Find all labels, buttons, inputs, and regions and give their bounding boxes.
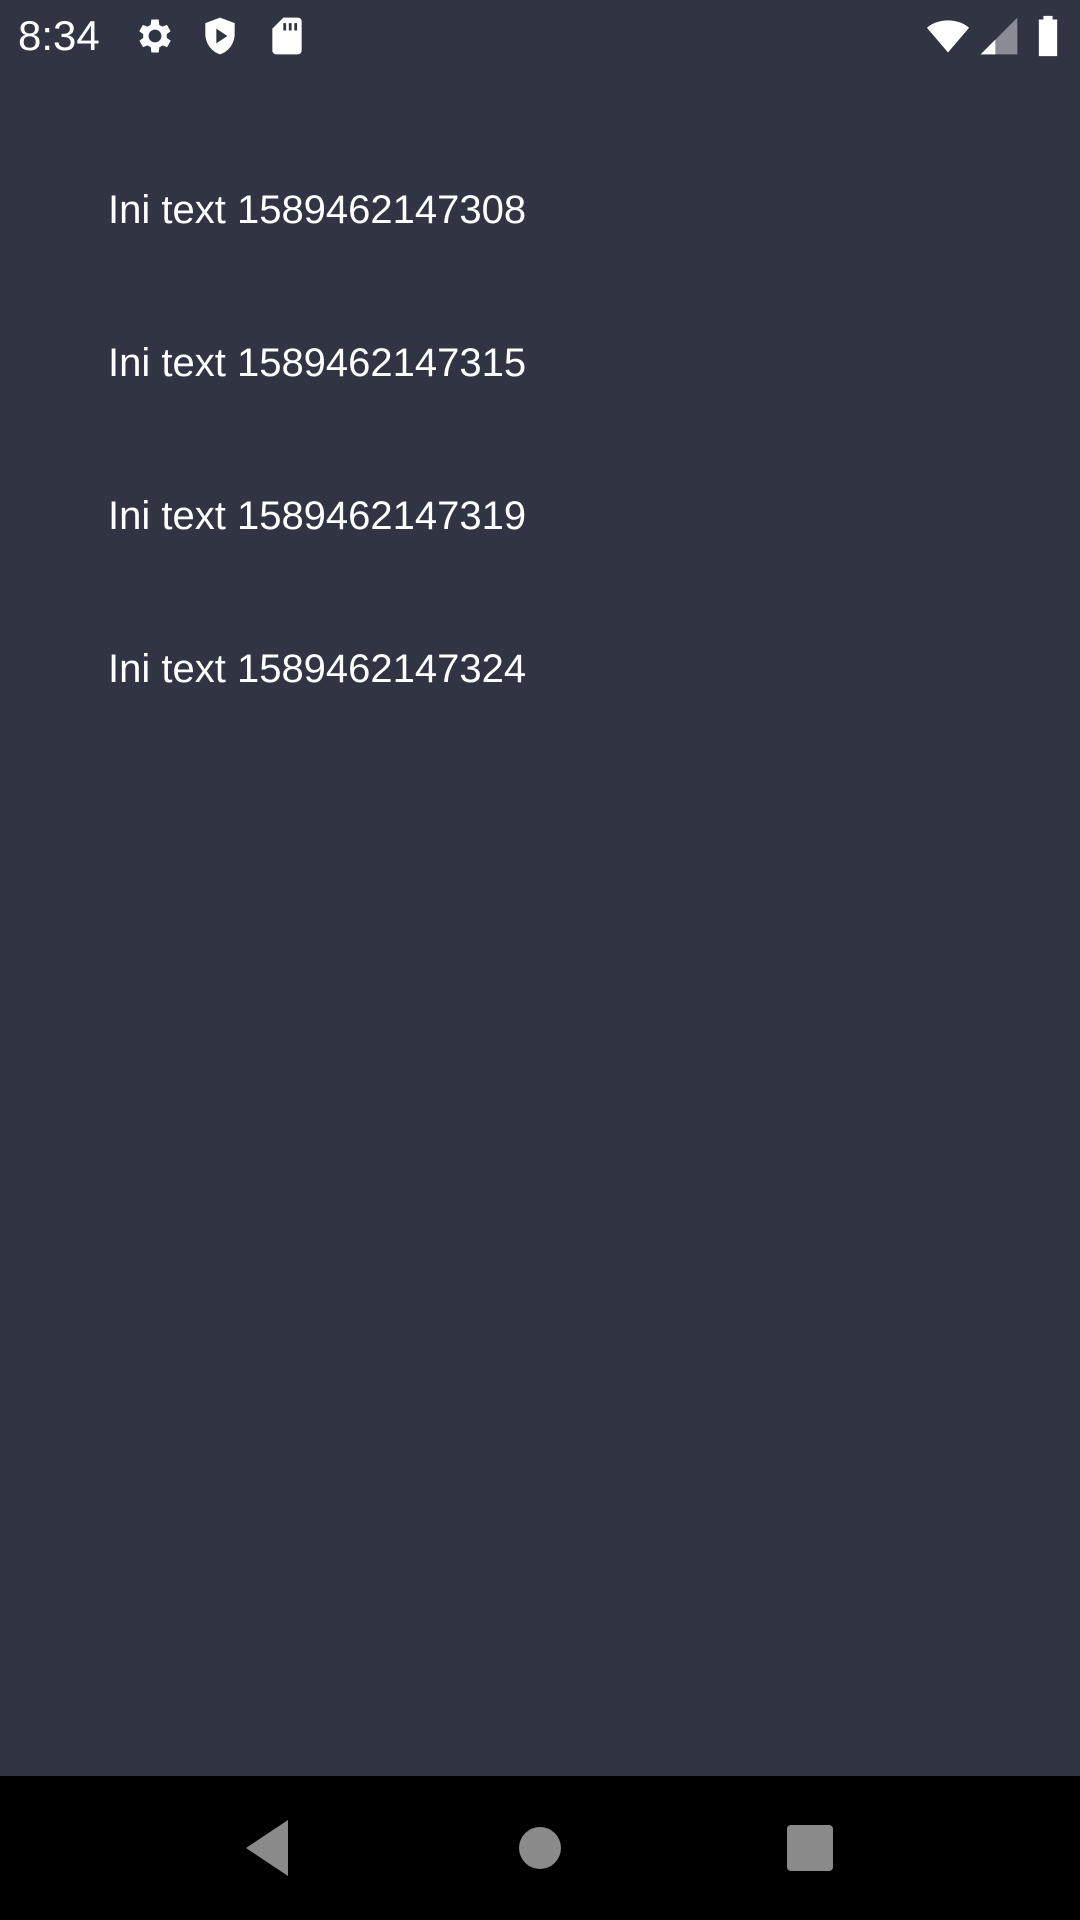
list-item[interactable]: Ini text 1589462147308 xyxy=(108,186,526,234)
list-item[interactable]: Ini text 1589462147324 xyxy=(108,645,526,693)
battery-icon xyxy=(1032,14,1064,58)
wifi-icon xyxy=(922,14,974,58)
list-item[interactable]: Ini text 1589462147319 xyxy=(108,492,526,540)
navigation-bar xyxy=(0,1776,1080,1920)
recents-button[interactable] xyxy=(760,1798,860,1898)
sd-card-icon xyxy=(265,14,309,58)
list-item[interactable]: Ini text 1589462147315 xyxy=(108,339,526,387)
cell-signal-icon xyxy=(976,14,1022,58)
settings-gear-icon xyxy=(133,14,177,58)
app-screen: 8:34 Ini text 1589462147308 Ini text 158… xyxy=(0,0,1080,1920)
shield-play-icon xyxy=(198,14,242,58)
back-triangle-icon xyxy=(246,1820,288,1876)
recents-square-icon xyxy=(787,1825,833,1871)
status-time: 8:34 xyxy=(18,12,100,59)
home-circle-icon xyxy=(519,1827,561,1869)
status-bar: 8:34 xyxy=(0,0,1080,72)
back-button[interactable] xyxy=(218,1798,318,1898)
text-list: Ini text 1589462147308 Ini text 15894621… xyxy=(0,72,1080,1776)
home-button[interactable] xyxy=(490,1798,590,1898)
